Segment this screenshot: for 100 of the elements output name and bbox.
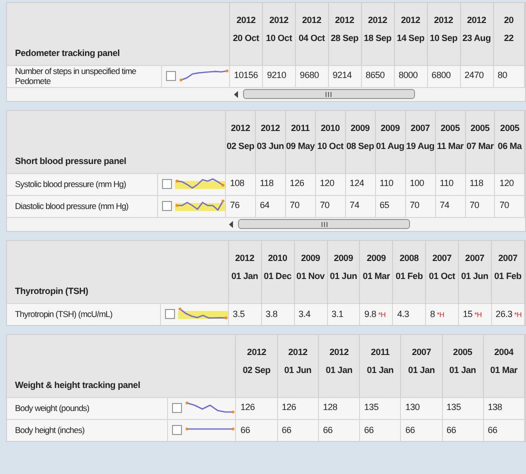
column-date: 02 Sep <box>242 364 272 377</box>
value-cell: 66 <box>240 424 250 434</box>
scroll-left-icon[interactable] <box>229 220 234 228</box>
column-date: 18 Sep <box>362 32 392 45</box>
column-year: 2012 <box>367 14 388 27</box>
column-date: 01 Jun <box>460 270 490 283</box>
column-date: 11 Mar <box>436 140 465 153</box>
column-date: 10 Sep <box>428 32 458 45</box>
column-year: 2010 <box>320 122 341 135</box>
column-year: 20 <box>503 14 515 27</box>
column-date: 03 Jun <box>256 140 285 153</box>
value-cell: 66 <box>364 424 374 434</box>
column-year: 2012 <box>466 14 488 27</box>
value-cell: 8650 <box>366 70 385 80</box>
column-date: 22 <box>503 32 515 45</box>
checkbox[interactable] <box>166 71 176 81</box>
column-year: 2012 <box>246 346 268 359</box>
column-date: 01 Jan <box>366 364 395 377</box>
value-cell: 66 <box>322 424 333 434</box>
checkbox[interactable] <box>162 201 172 211</box>
column-date: 01 Feb <box>394 270 424 283</box>
scrollbar-thumb[interactable] <box>242 89 414 100</box>
column-date: 01 Dec <box>262 270 292 283</box>
value-cell: 65 <box>380 200 390 210</box>
column-date: 01 Jan <box>448 364 477 377</box>
column-date: 01 Aug <box>376 140 405 153</box>
column-year: 2005 <box>499 122 520 135</box>
row-label: Body weight (pounds) <box>15 403 90 413</box>
column-year: 2012 <box>334 14 356 27</box>
column-year: 2007 <box>431 252 452 265</box>
column-date: 01 Jun <box>328 270 358 283</box>
column-date: 19 Aug <box>406 140 435 153</box>
value-cell: 4.3 <box>397 308 410 318</box>
column-year: 2008 <box>398 252 420 265</box>
column-year: 2007 <box>497 252 518 265</box>
value-cell: 70 <box>410 200 420 210</box>
column-date: 10 Oct <box>264 32 294 45</box>
column-date: 07 Mar <box>466 140 494 153</box>
checkbox[interactable] <box>172 403 182 413</box>
value-cell: 2470 <box>464 70 484 80</box>
value-cell: 108 <box>230 178 244 188</box>
column-date: 01 Feb <box>493 270 522 283</box>
column-date: 28 Sep <box>330 32 360 45</box>
value-cell: 76 <box>230 200 240 210</box>
column-year: 2009 <box>366 252 387 265</box>
value-cell: 128 <box>322 402 338 412</box>
value-cell: 3.5 <box>232 308 245 318</box>
column-year: 2012 <box>432 14 454 27</box>
column-year: 2007 <box>464 252 486 265</box>
column-date: 02 Sep <box>226 140 255 153</box>
column-date: 20 Oct <box>232 32 260 45</box>
column-year: 2007 <box>410 122 431 135</box>
value-cell: 74 <box>440 200 450 210</box>
value-cell: 120 <box>320 178 334 188</box>
column-year: 2011 <box>370 346 391 359</box>
checkbox[interactable] <box>162 179 172 189</box>
checkbox[interactable] <box>172 425 182 436</box>
column-year: 2012 <box>260 122 281 135</box>
column-date: 06 Ma <box>496 140 523 153</box>
value-cell: 9.8 <box>364 308 376 318</box>
value-cell: 126 <box>282 402 296 412</box>
column-year: 2012 <box>234 252 256 265</box>
column-year: 2009 <box>332 252 354 265</box>
value-cell: 66 <box>446 424 456 434</box>
value-cell: 118 <box>470 178 484 188</box>
value-cell: 126 <box>290 178 304 188</box>
value-cell: 3.1 <box>332 308 344 318</box>
checkbox[interactable] <box>164 309 175 320</box>
column-date: 04 Oct <box>298 32 326 45</box>
value-cell: 3.4 <box>298 308 310 318</box>
value-cell: 6800 <box>432 70 451 80</box>
value-cell: 135 <box>364 402 378 412</box>
grip-icon <box>320 222 328 227</box>
value-cell: 70 <box>320 200 330 210</box>
panel-title: Pedometer tracking panel <box>15 48 120 58</box>
column-year: 2009 <box>350 122 371 135</box>
value-cell: 126 <box>240 402 255 412</box>
value-cell: 10156 <box>234 70 258 80</box>
value-cell: 120 <box>499 178 514 188</box>
column-year: 2012 <box>287 346 308 359</box>
scroll-left-icon[interactable] <box>234 90 238 98</box>
value-cell: 64 <box>260 200 270 210</box>
column-date: 01 Jan <box>407 364 436 377</box>
value-cell: 66 <box>488 424 498 434</box>
value-cell: 74 <box>350 200 360 210</box>
row-label: Thyrotropin (TSH) (mcU/mL) <box>15 309 112 320</box>
column-year: 2011 <box>290 122 311 135</box>
column-date: 10 Oct <box>316 140 344 153</box>
scrollbar-thumb[interactable] <box>238 219 410 230</box>
column-date: 01 Jan <box>324 364 354 377</box>
row-label: Number of steps in unspecified time Pedomete <box>15 66 136 86</box>
column-date: 23 Aug <box>461 32 492 45</box>
column-year: 2005 <box>469 122 491 135</box>
value-cell: 15 <box>462 308 472 318</box>
value-cell: 100 <box>410 178 424 188</box>
column-date: 01 Jun <box>283 364 312 377</box>
panel-title: Weight & height tracking panel <box>15 380 140 390</box>
column-year: 2012 <box>400 14 422 27</box>
panel-title: Short blood pressure panel <box>15 156 126 166</box>
column-year: 2012 <box>230 122 251 135</box>
